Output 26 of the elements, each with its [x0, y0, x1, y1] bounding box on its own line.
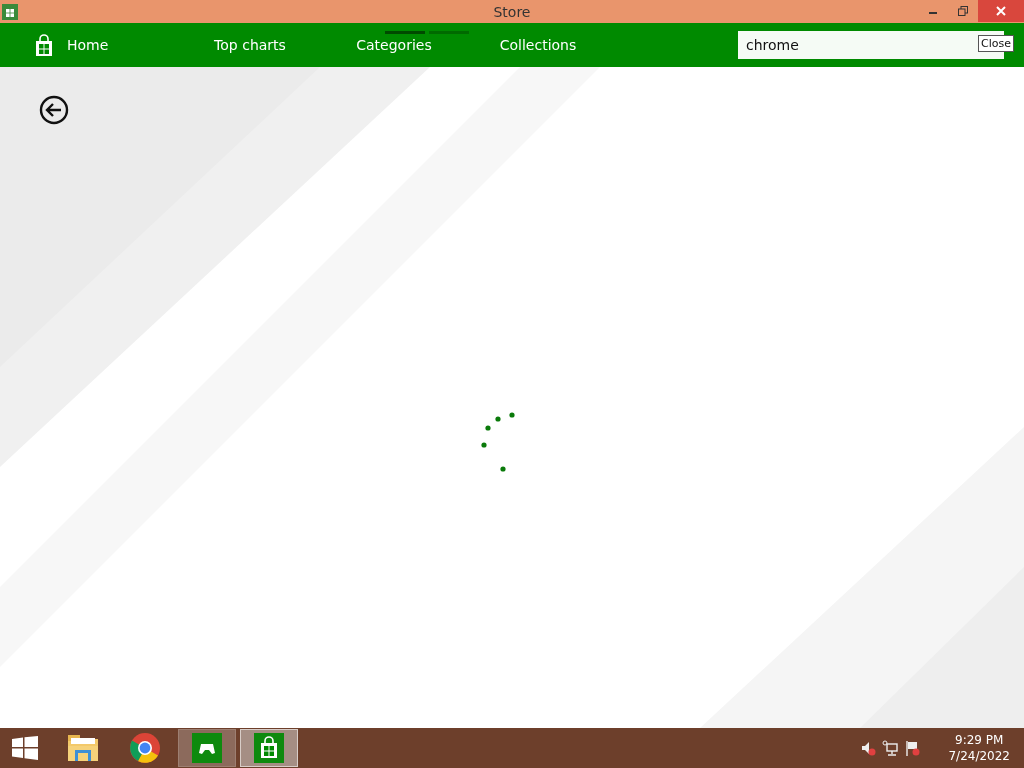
store-icon — [2, 3, 18, 20]
clock-date: 7/24/2022 — [948, 748, 1010, 764]
close-icon — [996, 6, 1006, 16]
close-button[interactable] — [978, 0, 1024, 22]
restore-icon — [958, 6, 968, 16]
progress-indicator — [385, 31, 425, 34]
store-bag-icon — [33, 33, 55, 57]
flag-icon[interactable] — [904, 740, 921, 756]
folder-icon — [67, 733, 99, 763]
windows-logo-icon — [12, 736, 38, 760]
store-icon — [254, 733, 284, 763]
nav-link[interactable]: Collections — [466, 37, 610, 53]
progress-indicator — [429, 31, 469, 34]
taskbar-button[interactable] — [240, 729, 298, 767]
muted-speaker-icon[interactable] — [860, 740, 877, 756]
nav-link[interactable]: Top charts — [178, 37, 322, 53]
tooltip: Close — [978, 35, 1014, 52]
back-button[interactable] — [39, 95, 69, 125]
window-title: Store — [493, 3, 531, 20]
nav-link[interactable]: Categories — [322, 37, 466, 53]
game-controller-icon — [192, 733, 222, 763]
browser-icon — [130, 733, 160, 763]
network-icon[interactable] — [882, 740, 899, 756]
taskbar-button[interactable] — [178, 729, 236, 767]
home-link[interactable]: Home — [33, 33, 177, 57]
clock-time: 9:29 PM — [955, 732, 1004, 748]
